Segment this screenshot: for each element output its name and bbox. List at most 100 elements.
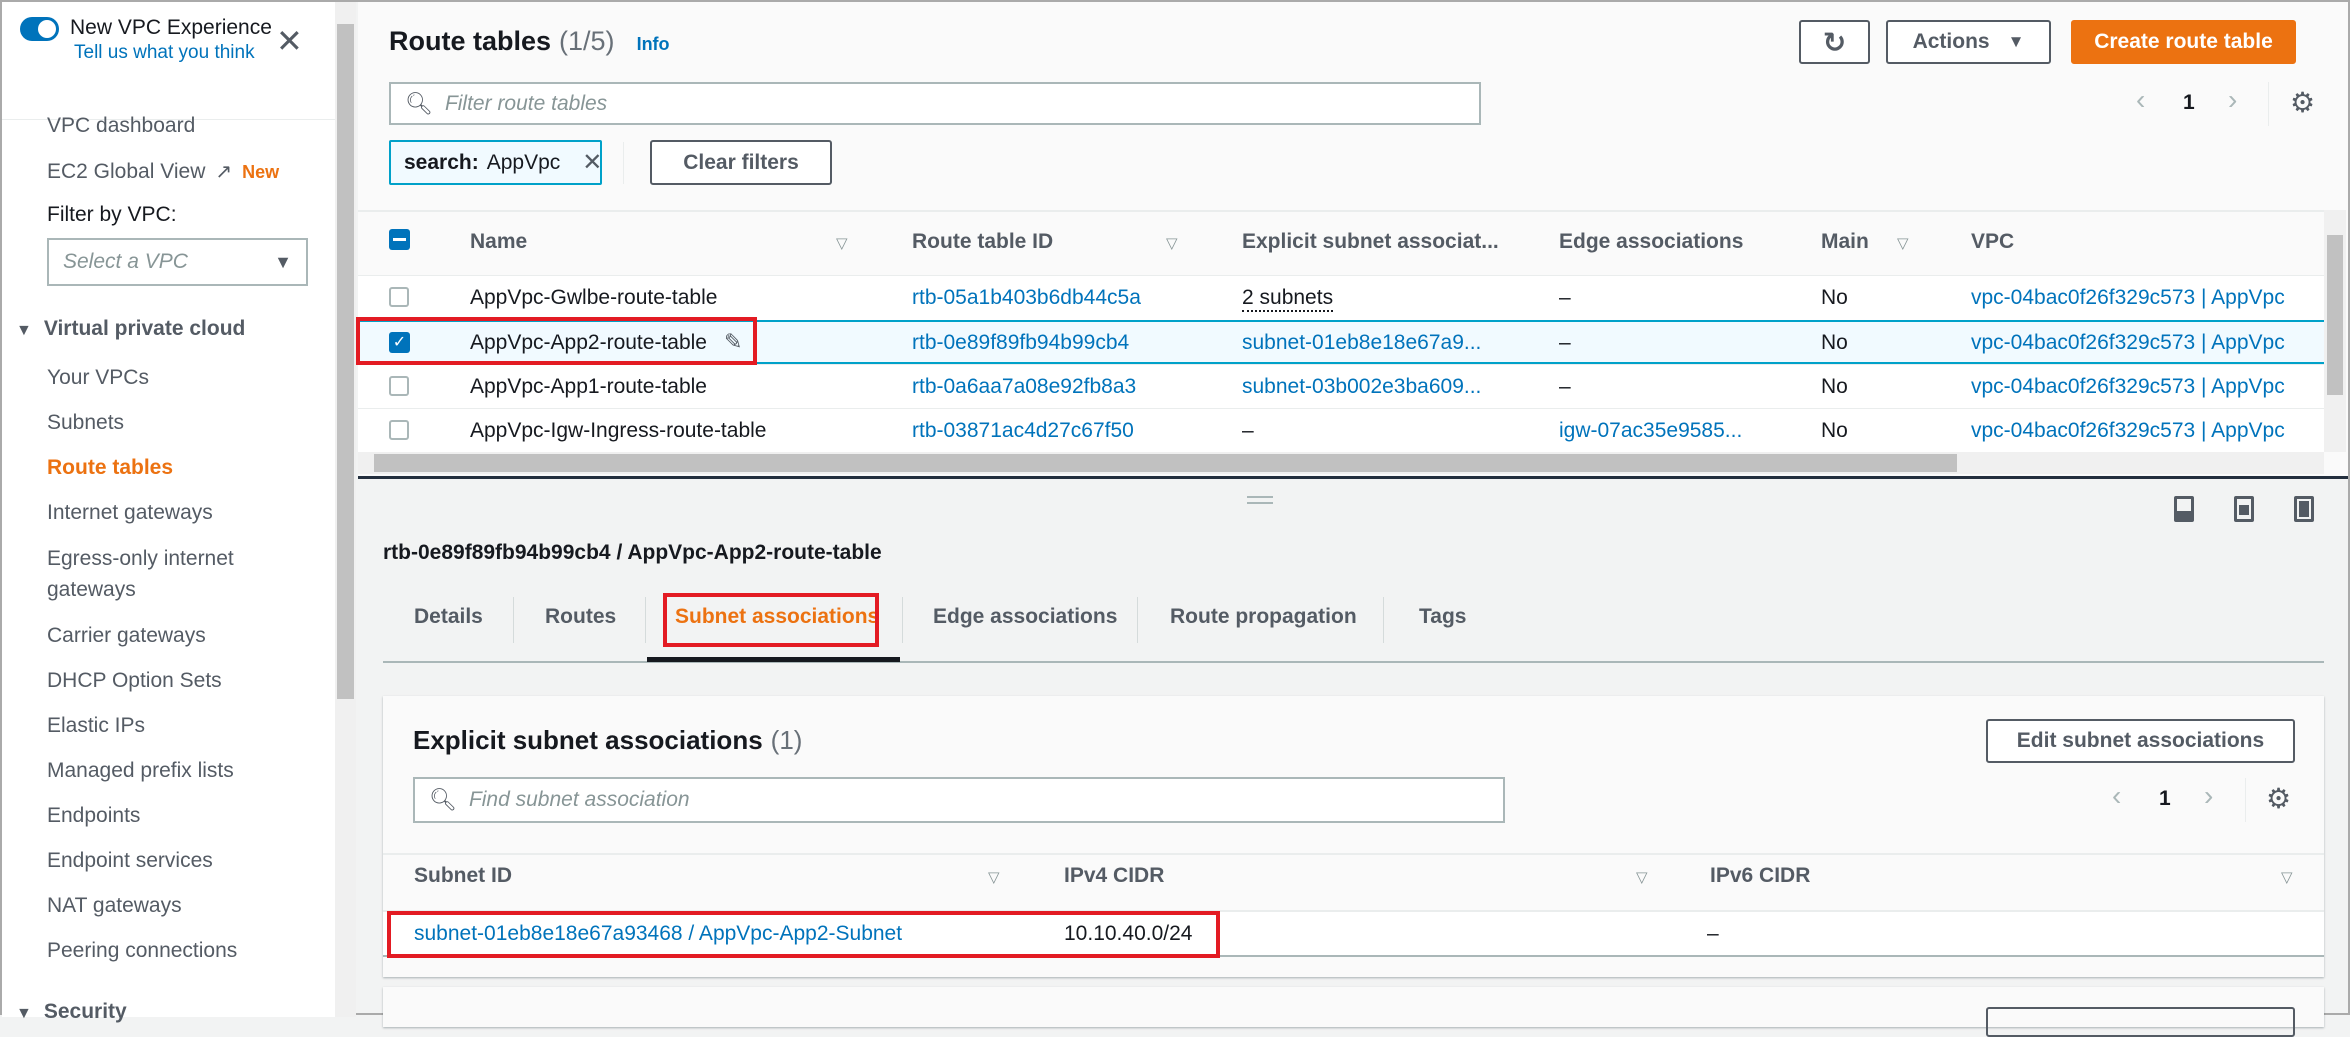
split-view-bottom-icon[interactable] [2174,496,2194,522]
row-vpc[interactable]: vpc-04bac0f26f329c573 | AppVpc [1971,419,2285,443]
filter-label: Filter by VPC: [47,203,177,226]
nav-dhcp-option-sets[interactable]: DHCP Option Sets [47,666,222,696]
nav-nat-gateways[interactable]: NAT gateways [47,891,182,921]
find-subnet-association-input[interactable]: 🔍︎ Find subnet association [413,777,1505,823]
feedback-link[interactable]: Tell us what you think [74,42,255,64]
tab-tags[interactable]: Tags [1419,605,1466,629]
nav-egress-only-gateways[interactable]: Egress-only internet gateways [47,543,297,605]
sort-icon[interactable]: ▽ [1636,868,1648,886]
divider [1137,597,1138,643]
row-checkbox[interactable] [389,376,409,396]
select-all-checkbox[interactable] [389,229,410,250]
next-panel [383,987,2324,1037]
column-header-name[interactable]: Name [470,230,527,254]
divider [2245,778,2246,822]
nav-carrier-gateways[interactable]: Carrier gateways [47,621,206,651]
row-route-table-id[interactable]: rtb-0a6aa7a08e92fb8a3 [912,375,1136,399]
nav-ec2-global-view[interactable]: EC2 Global View ↗ New [47,157,279,187]
row-vpc[interactable]: vpc-04bac0f26f329c573 | AppVpc [1971,331,2285,355]
vpc-select[interactable]: Select a VPC ▼ [47,238,308,286]
row-explicit-subnet[interactable]: subnet-03b002e3ba609... [1242,375,1481,399]
edit-subnet-associations-button[interactable]: Edit subnet associations [1986,719,2295,763]
row-checkbox[interactable] [389,287,409,307]
tab-edge-associations[interactable]: Edge associations [933,605,1117,629]
info-link[interactable]: Info [637,34,670,55]
settings-gear-icon[interactable]: ⚙ [2266,782,2291,815]
row-route-table-id[interactable]: rtb-0e89f89fb94b99cb4 [912,331,1129,355]
tab-route-propagation[interactable]: Route propagation [1170,605,1357,629]
split-view-full-icon[interactable] [2294,496,2314,522]
row-explicit-subnet[interactable]: subnet-01eb8e18e67a9... [1242,331,1481,355]
panel-title-text: Explicit subnet associations [413,725,763,755]
column-header-main[interactable]: Main [1821,230,1869,254]
nav-managed-prefix-lists[interactable]: Managed prefix lists [47,756,234,786]
next-page-icon[interactable]: › [2228,84,2237,116]
nav-label: EC2 Global View [47,160,206,183]
nav-vpc-dashboard[interactable]: VPC dashboard [47,111,195,141]
column-header-ipv6-cidr[interactable]: IPv6 CIDR [1710,864,1810,888]
page-number[interactable]: 1 [2159,787,2171,811]
row-checkbox[interactable] [389,420,409,440]
row-route-table-id[interactable]: rtb-05a1b403b6db44c5a [912,286,1141,310]
detail-title: rtb-0e89f89fb94b99cb4 / AppVpc-App2-rout… [383,541,882,564]
scrollbar-thumb[interactable] [374,454,1957,472]
next-page-icon[interactable]: › [2204,780,2213,812]
prev-page-icon[interactable]: ‹ [2112,780,2121,812]
clear-filters-button[interactable]: Clear filters [650,140,832,185]
refresh-button[interactable]: ↻ [1799,20,1870,64]
sort-icon[interactable]: ▽ [2281,868,2293,886]
close-icon[interactable]: ✕ [276,22,303,60]
divider [902,597,903,643]
caret-down-icon: ▼ [16,322,32,339]
split-view-side-icon[interactable] [2234,496,2254,522]
page-number[interactable]: 1 [2183,91,2195,115]
row-explicit-subnet[interactable]: 2 subnets [1242,286,1334,312]
filter-route-tables-input[interactable]: 🔍︎ Filter route tables [389,82,1481,125]
column-header-subnet-id[interactable]: Subnet ID [414,864,512,888]
sort-icon[interactable]: ▽ [988,868,1000,886]
row-vpc[interactable]: vpc-04bac0f26f329c573 | AppVpc [1971,286,2285,310]
column-header-explicit-subnet[interactable]: Explicit subnet associat... [1242,230,1499,254]
column-header-ipv4-cidr[interactable]: IPv4 CIDR [1064,864,1164,888]
settings-gear-icon[interactable]: ⚙ [2290,86,2315,119]
sort-icon[interactable]: ▽ [1897,234,1909,252]
vertical-scrollbar[interactable] [2324,210,2346,452]
search-placeholder: Find subnet association [468,788,690,811]
row-main: No [1821,331,1848,354]
row-vpc[interactable]: vpc-04bac0f26f329c573 | AppVpc [1971,375,2285,399]
column-header-edge-associations[interactable]: Edge associations [1559,230,1743,254]
nav-internet-gateways[interactable]: Internet gateways [47,498,213,528]
nav-your-vpcs[interactable]: Your VPCs [47,363,149,393]
tab-details[interactable]: Details [414,605,483,629]
actions-button[interactable]: Actions ▼ [1886,20,2051,64]
row-route-table-id[interactable]: rtb-03871ac4d27c67f50 [912,419,1134,443]
create-route-table-button[interactable]: Create route table [2071,20,2296,64]
section-security[interactable]: ▼ Security [16,1000,127,1028]
scrollbar-thumb[interactable] [337,24,354,699]
highlight-active-tab [663,593,879,647]
nav-endpoints[interactable]: Endpoints [47,801,140,831]
column-header-vpc[interactable]: VPC [1971,230,2014,254]
scrollbar-thumb[interactable] [2327,235,2343,395]
sort-icon[interactable]: ▽ [1166,234,1178,252]
remove-token-icon[interactable]: ✕ [582,148,602,177]
divider [2268,82,2269,126]
resize-handle[interactable] [1247,496,1273,504]
nav-peering-connections[interactable]: Peering connections [47,936,237,966]
nav-endpoint-services[interactable]: Endpoint services [47,846,213,876]
new-experience-toggle[interactable] [20,17,59,41]
row-edge-associations[interactable]: igw-07ac35e9585... [1559,419,1742,443]
nav-elastic-ips[interactable]: Elastic IPs [47,711,145,741]
horizontal-scrollbar[interactable] [358,452,2324,474]
nav-subnets[interactable]: Subnets [47,408,124,438]
section-virtual-private-cloud[interactable]: ▼ Virtual private cloud [16,317,245,345]
filter-token: search: AppVpc ✕ [389,140,602,185]
prev-page-icon[interactable]: ‹ [2136,84,2145,116]
nav-route-tables[interactable]: Route tables [47,453,173,483]
sort-icon[interactable]: ▽ [836,234,848,252]
search-icon: 🔍︎ [429,787,457,812]
split-divider[interactable] [358,476,2348,479]
column-header-route-table-id[interactable]: Route table ID [912,230,1053,254]
tab-routes[interactable]: Routes [545,605,616,629]
sidebar-scrollbar[interactable] [335,2,356,1017]
